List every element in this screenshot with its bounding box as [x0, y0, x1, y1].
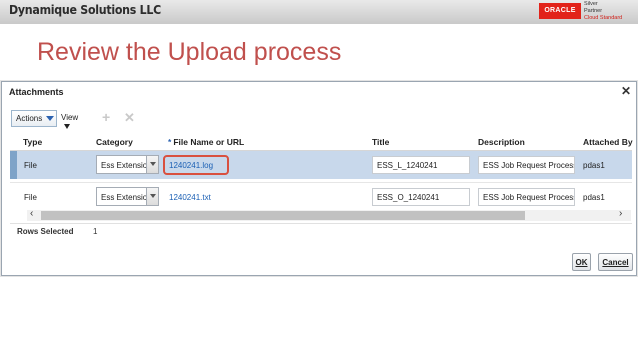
horizontal-scrollbar[interactable]: ‹ › — [27, 208, 631, 221]
row-selection-indicator — [10, 151, 17, 179]
attached-by-cell: pdas1 — [583, 161, 605, 170]
rows-selected-label: Rows Selected — [17, 227, 74, 236]
view-menu[interactable]: View — [61, 113, 78, 131]
actions-menu[interactable]: Actions — [11, 110, 57, 127]
partner-level: Silver Partner Cloud Standard — [584, 1, 622, 22]
slide-header: Dynamique Solutions LLC ORACLE Silver Pa… — [0, 0, 638, 24]
dropdown-button[interactable] — [146, 156, 158, 173]
column-header-file-name[interactable]: * File Name or URL — [168, 137, 244, 147]
column-header-type[interactable]: Type — [23, 137, 42, 147]
attached-by-cell: pdas1 — [583, 193, 605, 202]
close-icon[interactable]: ✕ — [621, 84, 631, 98]
table-row[interactable]: File Ess Extension 1240241.txt ESS_O_124… — [10, 182, 632, 210]
scroll-left-icon[interactable]: ‹ — [30, 208, 33, 219]
view-label: View — [61, 113, 79, 122]
delete-icon[interactable]: ✕ — [124, 110, 135, 126]
table-row[interactable]: File Ess Extension 1240241.log ESS_L_124… — [10, 151, 632, 179]
partner-line-3: Cloud Standard — [584, 15, 623, 21]
category-value: Ess Extension — [101, 161, 149, 170]
rows-selected-count: 1 — [93, 227, 98, 236]
category-value: Ess Extension — [101, 193, 149, 202]
type-cell: File — [24, 161, 37, 170]
oracle-logo: ORACLE — [539, 3, 581, 19]
chevron-down-icon — [64, 124, 70, 130]
required-marker: * — [168, 137, 172, 147]
file-name-link[interactable]: 1240241.txt — [169, 193, 211, 202]
title-input[interactable]: ESS_L_1240241 — [372, 156, 470, 174]
actions-label: Actions — [16, 114, 43, 123]
chevron-down-icon — [46, 116, 54, 121]
description-input[interactable]: ESS Job Request Process — [478, 188, 575, 206]
slide-title: Review the Upload process — [37, 38, 342, 66]
ok-button[interactable]: OK — [572, 253, 591, 271]
file-name-header-label: File Name or URL — [173, 137, 245, 147]
scroll-right-icon[interactable]: › — [619, 208, 622, 219]
partner-line-1: Silver — [584, 1, 598, 7]
scrollbar-thumb[interactable] — [41, 211, 525, 220]
title-input[interactable]: ESS_O_1240241 — [372, 188, 470, 206]
highlight-ring — [163, 155, 229, 175]
description-input[interactable]: ESS Job Request Process — [478, 156, 575, 174]
chevron-down-icon — [150, 194, 156, 198]
dropdown-button[interactable] — [146, 188, 158, 205]
company-name: Dynamique Solutions LLC — [9, 3, 161, 17]
column-header-description[interactable]: Description — [478, 137, 525, 147]
add-icon[interactable]: + — [102, 109, 110, 125]
column-header-title[interactable]: Title — [372, 137, 389, 147]
column-header-category[interactable]: Category — [96, 137, 133, 147]
attachments-dialog: Attachments ✕ Actions View + ✕ Type Cate… — [1, 81, 637, 276]
divider — [10, 223, 632, 224]
column-header-attached-by[interactable]: Attached By — [583, 137, 633, 147]
chevron-down-icon — [150, 162, 156, 166]
cancel-button[interactable]: Cancel — [598, 253, 633, 271]
type-cell: File — [24, 193, 37, 202]
category-select[interactable]: Ess Extension — [96, 155, 159, 174]
category-select[interactable]: Ess Extension — [96, 187, 159, 206]
partner-line-2: Partner — [584, 8, 603, 14]
dialog-title: Attachments — [9, 87, 64, 97]
